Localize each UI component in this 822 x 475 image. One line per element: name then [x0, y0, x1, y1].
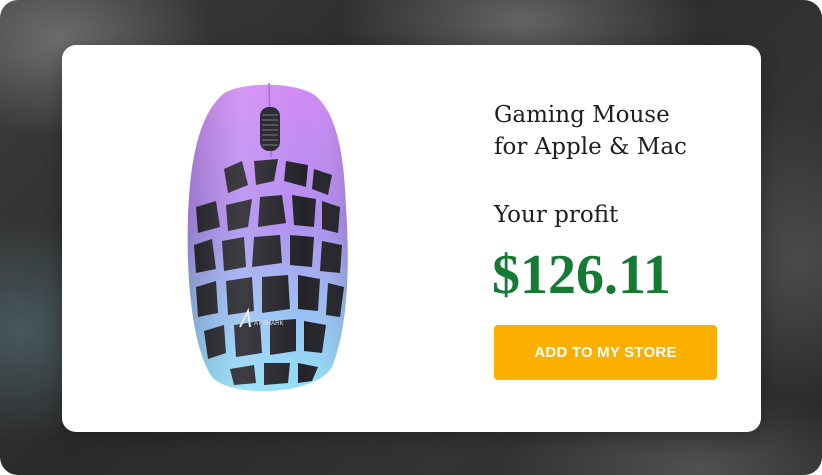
- product-title: Gaming Mouse for Apple & Mac: [494, 99, 734, 163]
- profit-value: $126.11: [492, 244, 671, 306]
- product-title-line-1: Gaming Mouse: [494, 102, 670, 128]
- profit-label: Your profit: [494, 202, 619, 228]
- gaming-mouse-image: AT SHARK: [187, 82, 348, 392]
- product-title-line-2: for Apple & Mac: [494, 134, 687, 160]
- add-to-my-store-button[interactable]: ADD TO MY STORE: [494, 325, 717, 380]
- product-card: AT SHARK Gaming Mouse for Apple & Mac Yo…: [62, 45, 761, 432]
- svg-text:AT SHARK: AT SHARK: [254, 321, 283, 327]
